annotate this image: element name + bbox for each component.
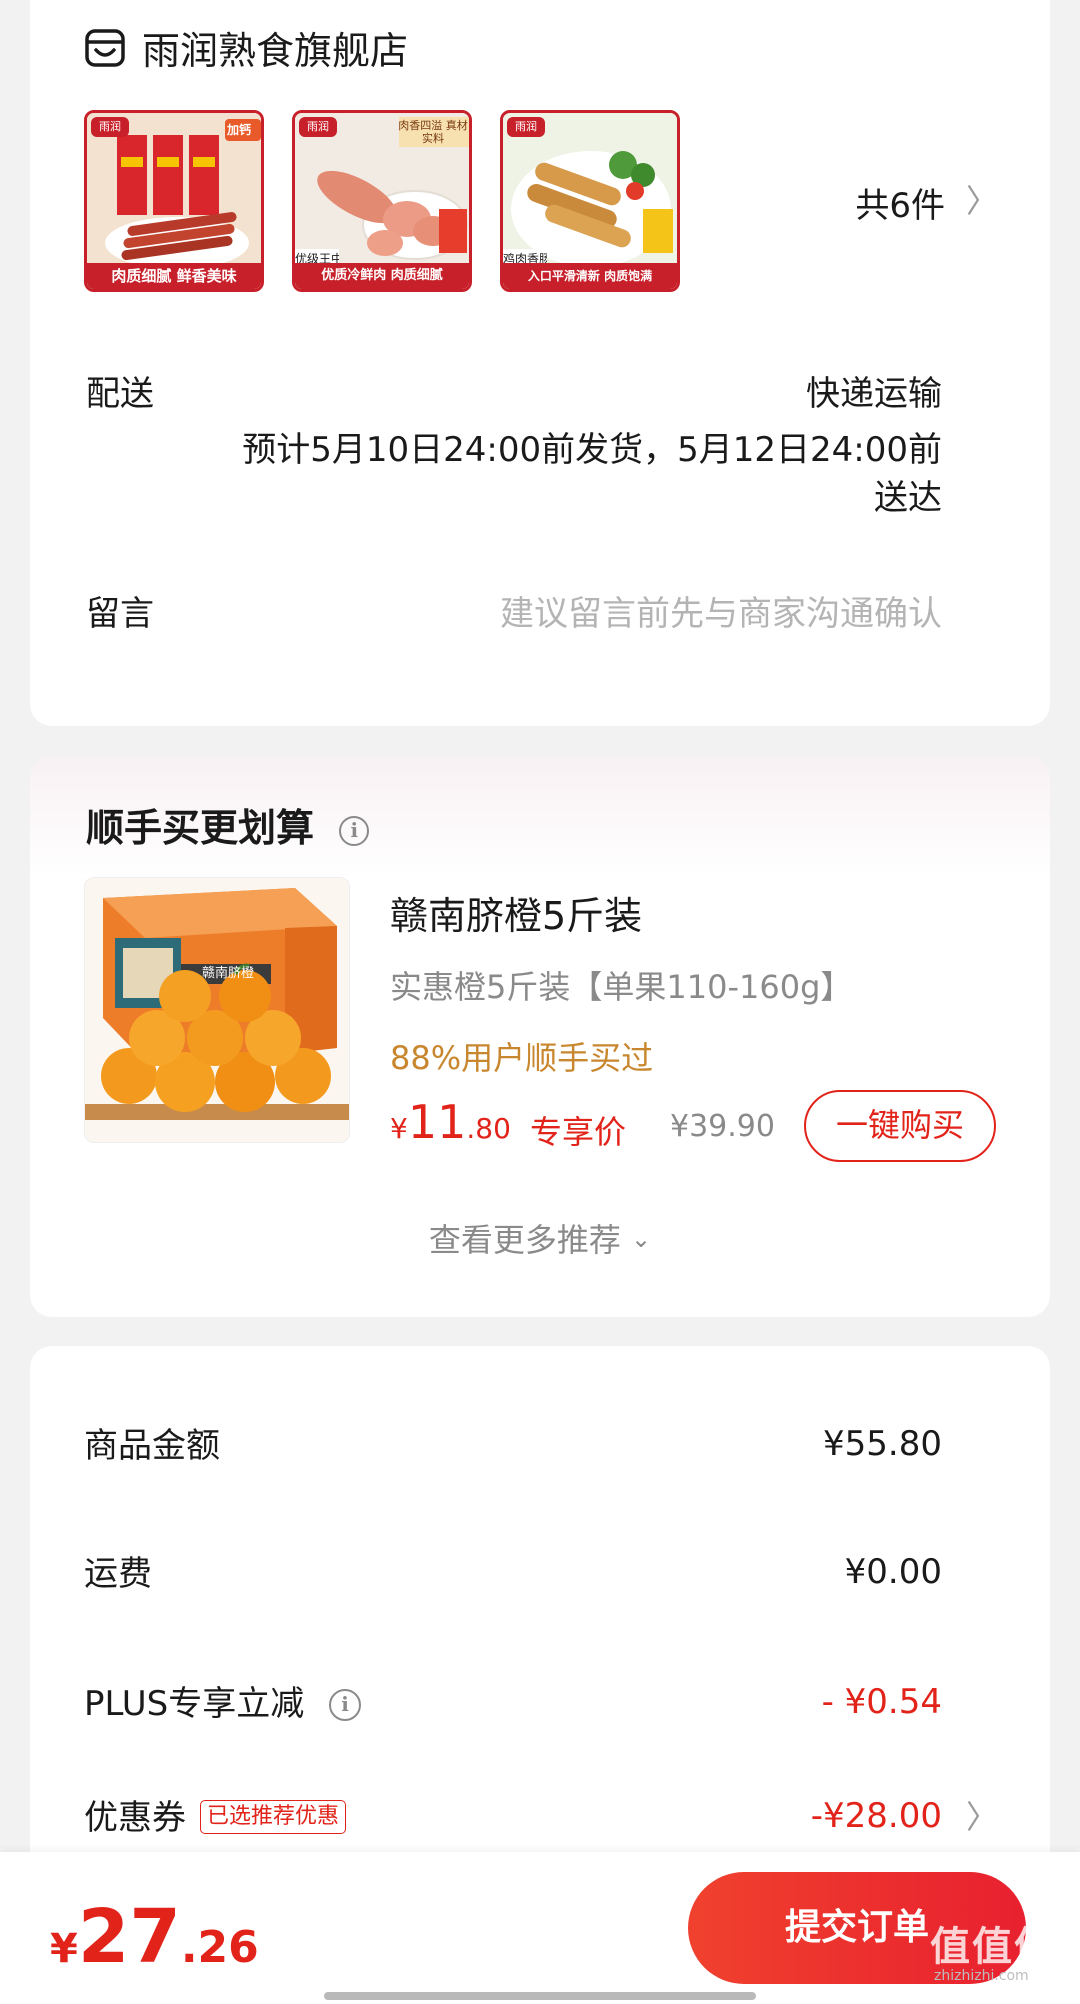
info-icon[interactable]: i [339, 816, 370, 846]
coupon-label-text: 优惠券 [84, 1798, 186, 1838]
message-input[interactable]: 建议留言前先与商家沟通确认 [500, 586, 942, 635]
shipping-value: ¥0.00 [844, 1552, 942, 1592]
delivery-estimate-cont: 送达 [874, 478, 942, 518]
coupon-label: 优惠券 已选推荐优惠 [84, 1790, 347, 1839]
box-label: 赣南脐橙 [201, 966, 254, 981]
delivery-method[interactable]: 快递运输 [806, 366, 942, 415]
product-spec: 实惠橙5斤装【单果110-160g】 [390, 968, 853, 1006]
total-price: ¥27.26 [50, 1894, 259, 1980]
plus-discount-value: - ¥0.54 [821, 1682, 942, 1722]
thumb-caption: 肉质细腻 鲜香美味 [87, 263, 261, 289]
price-tag: 专享价 [530, 1113, 627, 1151]
store-card: 雨润熟食旗舰店 雨润 加钙 肉质细腻 鲜香美味 雨润 肉香四溢 真材实料 优级王… [30, 0, 1050, 726]
delivery-label: 配送 [86, 374, 154, 414]
delivery-estimate: 预计5月10日24:00前发货，5月12日24:00前 [242, 430, 942, 470]
info-icon[interactable]: i [329, 1689, 362, 1721]
product-thumb[interactable]: 雨润 加钙 肉质细腻 鲜香美味 [84, 110, 264, 292]
store-name[interactable]: 雨润熟食旗舰店 [142, 20, 408, 75]
plus-discount-text: PLUS专享立减 [84, 1684, 305, 1724]
product-image[interactable]: 赣南脐橙 [84, 877, 350, 1143]
thumb-corner-tag: 加钙 [227, 123, 252, 137]
price-currency: ¥ [390, 1112, 408, 1145]
subtotal-value: ¥55.80 [823, 1424, 942, 1464]
coupon-value[interactable]: -¥28.00 [811, 1796, 942, 1836]
watermark: 值值值 [930, 1924, 1056, 1970]
recommend-card: 顺手买更划算 i 赣南脐橙 赣南脐橙5斤装 实惠橙5斤装【单果110-160g】 [30, 757, 1050, 1317]
thumb-caption: 优质冷鲜肉 肉质细腻 [295, 263, 469, 289]
checkout-bar: ¥27.26 提交订单 值值值 zhizhizhi.com [0, 1852, 1080, 2004]
item-count[interactable]: 共6件 [855, 178, 945, 227]
original-price: ¥39.90 [670, 1109, 775, 1144]
home-indicator[interactable] [324, 1992, 756, 2000]
plus-discount-label: PLUS专享立减 i [84, 1676, 362, 1725]
thumb-caption: 入口平滑清新 肉质饱满 [503, 263, 677, 289]
product-price: ¥11.80 [390, 1095, 511, 1149]
store-icon [84, 28, 126, 68]
social-proof: 88%用户顺手买过 [390, 1039, 654, 1077]
brand-logo: 雨润 [91, 117, 129, 137]
total-currency: ¥ [50, 1926, 78, 1972]
product-thumb[interactable]: 雨润 肉香四溢 真材实料 优级王中王 优质冷鲜肉 肉质细腻 [292, 110, 472, 292]
price-integer: 11 [407, 1095, 467, 1149]
coupon-selected-tag: 已选推荐优惠 [200, 1800, 347, 1834]
total-decimal: .26 [180, 1922, 259, 1973]
price-decimal: .80 [466, 1112, 511, 1145]
one-click-buy-button[interactable]: 一键购买 [804, 1090, 996, 1162]
chevron-down-icon: ⌄ [631, 1225, 652, 1253]
recommend-title-text: 顺手买更划算 [86, 806, 315, 850]
shipping-label: 运费 [84, 1554, 152, 1594]
thumb-corner-tag: 肉香四溢 真材实料 [398, 119, 468, 145]
more-recommendations-label: 查看更多推荐 [428, 1221, 621, 1259]
more-recommendations[interactable]: 查看更多推荐 ⌄ [30, 1215, 1050, 1261]
recommend-title: 顺手买更划算 i [86, 797, 370, 852]
total-integer: 27 [77, 1894, 181, 1980]
item-count-text: 共6件 [855, 186, 945, 226]
brand-logo: 雨润 [299, 117, 337, 137]
watermark-url: zhizhizhi.com [934, 1968, 1029, 1984]
brand-logo: 雨润 [507, 117, 545, 137]
product-name[interactable]: 赣南脐橙5斤装 [390, 885, 642, 940]
subtotal-label: 商品金额 [84, 1426, 220, 1466]
chevron-right-icon[interactable]: 〉 [966, 176, 998, 222]
product-thumb[interactable]: 雨润 鸡肉香肠 入口平滑清新 肉质饱满 [500, 110, 680, 292]
message-label: 留言 [86, 594, 154, 634]
chevron-right-icon[interactable]: 〉 [966, 1792, 998, 1838]
